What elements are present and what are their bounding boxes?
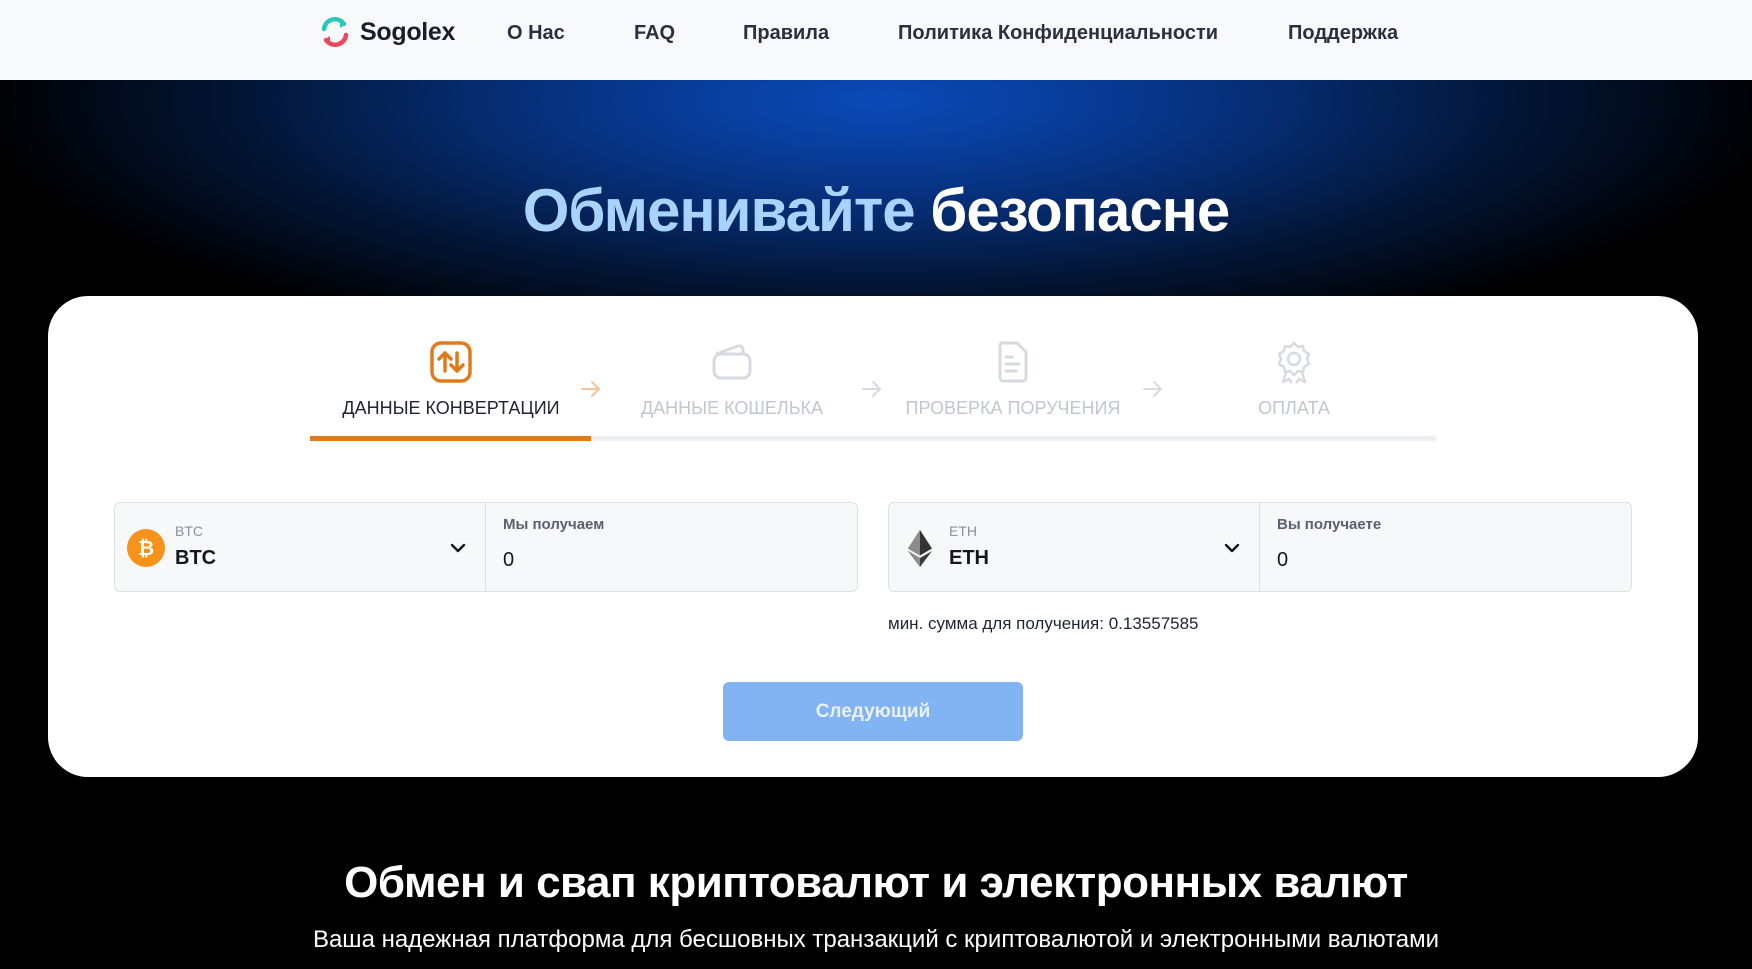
receive-group: ETH ETH Вы получаете <box>888 502 1632 592</box>
logo-icon <box>321 16 349 48</box>
receive-currency-select[interactable]: ETH ETH <box>889 503 1260 591</box>
send-amount-input[interactable] <box>501 543 841 577</box>
chevron-down-icon <box>1224 543 1240 553</box>
step-label: ДАННЫЕ КОНВЕРТАЦИИ <box>342 398 560 418</box>
svg-text:₿: ₿ <box>138 536 154 560</box>
nav-about[interactable]: О Нас <box>507 22 565 45</box>
stepper: ДАННЫЕ КОНВЕРТАЦИИ ДАННЫЕ КОШЕЛЬКА ПРОВЕ… <box>310 340 1436 442</box>
nav-faq[interactable]: FAQ <box>634 22 675 45</box>
step-label: ОПЛАТА <box>1258 398 1330 418</box>
send-amount-label: Мы получаем <box>503 516 605 533</box>
send-currency-code: BTC <box>175 523 203 539</box>
stepper-progress <box>310 436 591 441</box>
ethereum-icon <box>908 530 932 567</box>
next-button[interactable]: Следующий <box>723 682 1023 741</box>
step-payment[interactable]: ОПЛАТА <box>1153 340 1435 440</box>
nav-rules[interactable]: Правила <box>743 22 829 45</box>
hero-title: Обменивайте безопасне <box>0 176 1752 245</box>
step-label: ПРОВЕРКА ПОРУЧЕНИЯ <box>905 398 1121 418</box>
step-order-check[interactable]: ПРОВЕРКА ПОРУЧЕНИЯ <box>872 340 1154 440</box>
receive-currency-code: ETH <box>949 523 977 539</box>
step-conversion-data[interactable]: ДАННЫЕ КОНВЕРТАЦИИ <box>310 340 592 440</box>
hero-title-main: безопасне <box>930 177 1230 244</box>
section-subtitle: Ваша надежная платформа для бесшовных тр… <box>312 926 1440 953</box>
receive-amount-label: Вы получаете <box>1277 516 1382 533</box>
step-wallet-data[interactable]: ДАННЫЕ КОШЕЛЬКА <box>591 340 873 440</box>
receive-amount-input[interactable] <box>1275 543 1615 577</box>
receive-currency-name: ETH <box>949 547 989 569</box>
document-icon <box>998 341 1028 383</box>
swap-vertical-icon <box>430 341 472 383</box>
send-currency-select[interactable]: ₿ BTC BTC <box>115 503 486 591</box>
logo[interactable]: Sogolex <box>318 14 455 50</box>
hero-title-accent: Обменивайте <box>522 177 916 244</box>
section-title: Обмен и свап криптовалют и электронных в… <box>344 858 1408 907</box>
step-label: ДАННЫЕ КОШЕЛЬКА <box>640 398 824 418</box>
top-header: Sogolex О Нас FAQ Правила Политика Конфи… <box>0 0 1752 80</box>
award-icon <box>1277 341 1311 384</box>
wallet-icon <box>712 344 752 380</box>
bitcoin-icon: ₿ <box>127 529 165 567</box>
brand-name: Sogolex <box>360 17 456 46</box>
chevron-down-icon <box>450 543 466 553</box>
min-amount-note: мин. сумма для получения: 0.13557585 <box>888 614 1199 633</box>
nav-privacy-policy[interactable]: Политика Конфиденциальности <box>898 22 1218 45</box>
send-group: ₿ BTC BTC Мы получаем <box>114 502 858 592</box>
nav-support[interactable]: Поддержка <box>1288 22 1398 45</box>
send-currency-name: BTC <box>175 547 217 569</box>
